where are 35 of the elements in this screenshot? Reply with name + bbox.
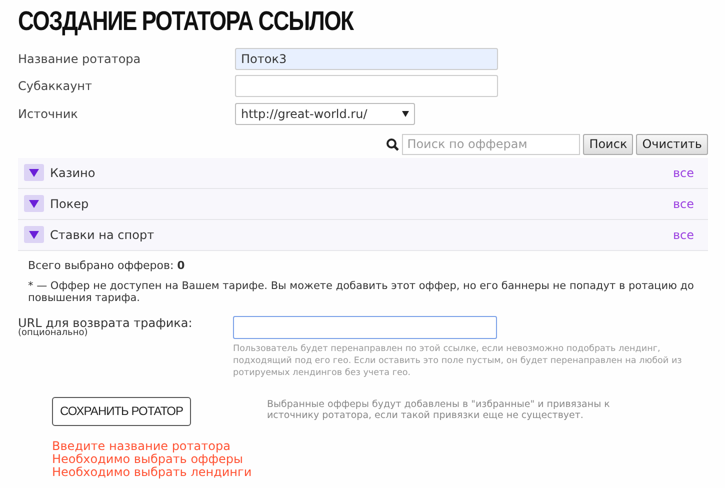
all-link[interactable]: все xyxy=(672,166,694,180)
input-field[interactable] xyxy=(235,75,498,98)
page-title: СОЗДАНИЕ РОТАТОРА ССЫЛОК xyxy=(18,6,355,37)
source-select[interactable]: http://great-world.ru/ xyxy=(235,102,415,125)
save-button[interactable]: СОХРАНИТЬ РОТАТОР xyxy=(52,396,191,426)
category-name: Казино xyxy=(50,166,96,180)
expand-button[interactable] xyxy=(24,195,44,212)
search-button[interactable]: Очистить xyxy=(636,134,708,154)
tariff-note: * — Оффер не доступен на Вашем тарифе. Вы можете добавить этот оффер, но его баннеры не попадут в ротацию до повышения тарифа. xyxy=(28,280,695,304)
optional-hint: (опционально) xyxy=(18,328,88,338)
expand-button[interactable] xyxy=(24,164,44,181)
error-message: Введите название ротатора xyxy=(52,440,232,452)
help-text: Пользователь будет перенаправлен по этой ссылке, если невозможно подобрать лендинг, подходящий под его гео. Если оставить это поле пустым, он будет перенаправлен на любой из ротируемых лендингов без учета гео. xyxy=(233,342,683,378)
expand-button[interactable] xyxy=(24,226,44,243)
input-field[interactable]: Поток3 xyxy=(235,48,498,70)
url-field[interactable] xyxy=(233,316,497,338)
save-note: Выбранные офферы будут добавлены в "избранные" и привязаны к источнику ротатора, если такой привязки еще не существует. xyxy=(267,398,611,422)
error-message: Необходимо выбрать лендинги xyxy=(52,466,253,478)
triangle-icon xyxy=(29,200,39,208)
field-label: Название ротатора xyxy=(18,52,142,66)
all-link[interactable]: все xyxy=(672,196,694,210)
category-name: Покер xyxy=(50,196,90,210)
field-label: URL для возврата трафика: xyxy=(18,316,194,330)
category-name: Ставки на спорт xyxy=(50,228,156,242)
search-button[interactable]: Поиск xyxy=(583,134,634,154)
caret-icon xyxy=(402,110,409,117)
search-icon xyxy=(386,138,400,150)
error-message: Необходимо выбрать офферы xyxy=(52,452,244,466)
search-field[interactable]: Поиск по офферам xyxy=(402,134,580,154)
total-count: Всего выбрано офферов: 0 xyxy=(28,258,186,272)
all-link[interactable]: все xyxy=(672,228,694,242)
triangle-icon xyxy=(29,230,39,238)
field-label: Источник xyxy=(18,106,79,121)
field-label: Субаккаунт xyxy=(18,79,94,94)
triangle-icon xyxy=(29,168,39,176)
